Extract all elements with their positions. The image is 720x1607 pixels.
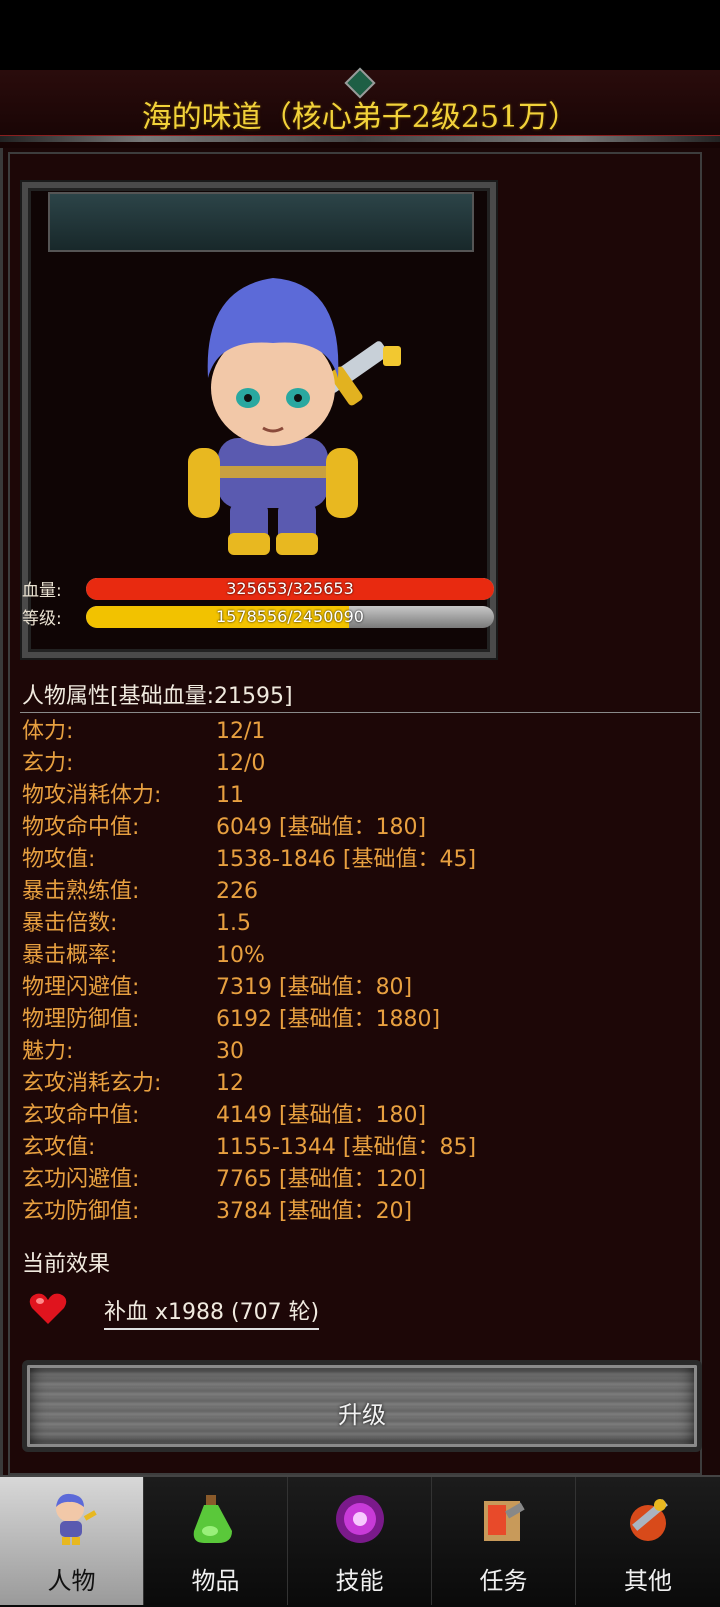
attribute-value: 11	[216, 783, 244, 808]
attribute-key: 物攻值:	[22, 847, 96, 872]
attribute-value: 1155-1344 [基础值：85]	[216, 1135, 477, 1160]
tab-skills-label: 技能	[335, 1567, 384, 1595]
attribute-value: 12/1	[216, 719, 266, 744]
title-bar: 海的味道（核心弟子2级251万）	[0, 67, 720, 148]
attribute-value: 12	[216, 1071, 244, 1096]
level-bar: 1578556/2450090	[86, 606, 494, 628]
hp-bar: 325653/325653	[86, 578, 494, 600]
attribute-value: 6049 [基础值：180]	[216, 815, 427, 840]
upgrade-button[interactable]: 升级	[22, 1360, 702, 1452]
hp-value: 325653/325653	[226, 579, 354, 598]
attribute-key: 暴击熟练值:	[22, 879, 140, 904]
attribute-value: 7765 [基础值：120]	[216, 1167, 427, 1192]
effect-heal-link[interactable]: 补血 x1988 (707 轮)	[104, 1294, 320, 1330]
attribute-value: 7319 [基础值：80]	[216, 975, 413, 1000]
attribute-key: 玄力:	[22, 751, 74, 776]
upgrade-button-label: 升级	[338, 1401, 386, 1429]
skill-icon	[336, 1495, 384, 1543]
attribute-key: 魅力:	[22, 1039, 74, 1064]
effects-title: 当前效果	[22, 1252, 111, 1277]
attribute-key: 物理闪避值:	[22, 975, 140, 1000]
attribute-key: 物攻命中值:	[22, 815, 140, 840]
attribute-key: 体力:	[22, 719, 74, 744]
attributes-divider	[20, 712, 700, 713]
heart-icon	[29, 1293, 67, 1324]
other-icon	[630, 1499, 668, 1541]
tab-quests-label: 任务	[479, 1567, 528, 1595]
character-title: 海的味道（核心弟子2级251万）	[141, 100, 579, 135]
attribute-key: 物攻消耗体力:	[22, 783, 162, 808]
potion-icon	[193, 1495, 232, 1543]
attribute-key: 暴击概率:	[22, 943, 118, 968]
attribute-key: 玄功防御值:	[22, 1199, 140, 1224]
tab-skills[interactable]: 技能	[288, 1477, 432, 1605]
attribute-key: 玄攻命中值:	[22, 1103, 140, 1128]
attribute-value: 226	[216, 879, 258, 904]
attribute-value: 1.5	[216, 911, 251, 936]
attribute-key: 物理防御值:	[22, 1007, 140, 1032]
bottom-tab-bar: 人物 物品 技能 任务 其他	[0, 1475, 720, 1607]
attribute-key: 玄攻值:	[22, 1135, 96, 1160]
attribute-value: 30	[216, 1039, 244, 1064]
status-bar	[0, 0, 720, 70]
tab-items[interactable]: 物品	[144, 1477, 288, 1605]
tab-character[interactable]: 人物	[0, 1477, 144, 1605]
attribute-value: 3784 [基础值：20]	[216, 1199, 413, 1224]
portrait-header-plate	[48, 192, 474, 252]
attribute-key: 玄攻消耗玄力:	[22, 1071, 162, 1096]
tab-other-label: 其他	[624, 1567, 672, 1595]
tab-character-label: 人物	[47, 1567, 96, 1595]
attribute-value: 1538-1846 [基础值：45]	[216, 847, 477, 872]
attribute-key: 玄功闪避值:	[22, 1167, 140, 1192]
attribute-value: 6192 [基础值：1880]	[216, 1007, 441, 1032]
level-value: 1578556/2450090	[216, 607, 364, 626]
title-divider	[0, 135, 720, 142]
attribute-value: 12/0	[216, 751, 266, 776]
hp-label: 血量:	[22, 581, 62, 601]
quest-icon	[484, 1501, 525, 1541]
tab-items-label: 物品	[191, 1567, 240, 1595]
attribute-value: 10%	[216, 943, 265, 968]
tab-other[interactable]: 其他	[576, 1477, 720, 1605]
attributes-header: 人物属性[基础血量:21595]	[22, 684, 293, 709]
attribute-value: 4149 [基础值：180]	[216, 1103, 427, 1128]
attribute-key: 暴击倍数:	[22, 911, 118, 936]
character-portrait	[188, 278, 401, 555]
level-label: 等级:	[22, 609, 62, 629]
character-icon	[56, 1493, 97, 1545]
tab-quests[interactable]: 任务	[432, 1477, 576, 1605]
